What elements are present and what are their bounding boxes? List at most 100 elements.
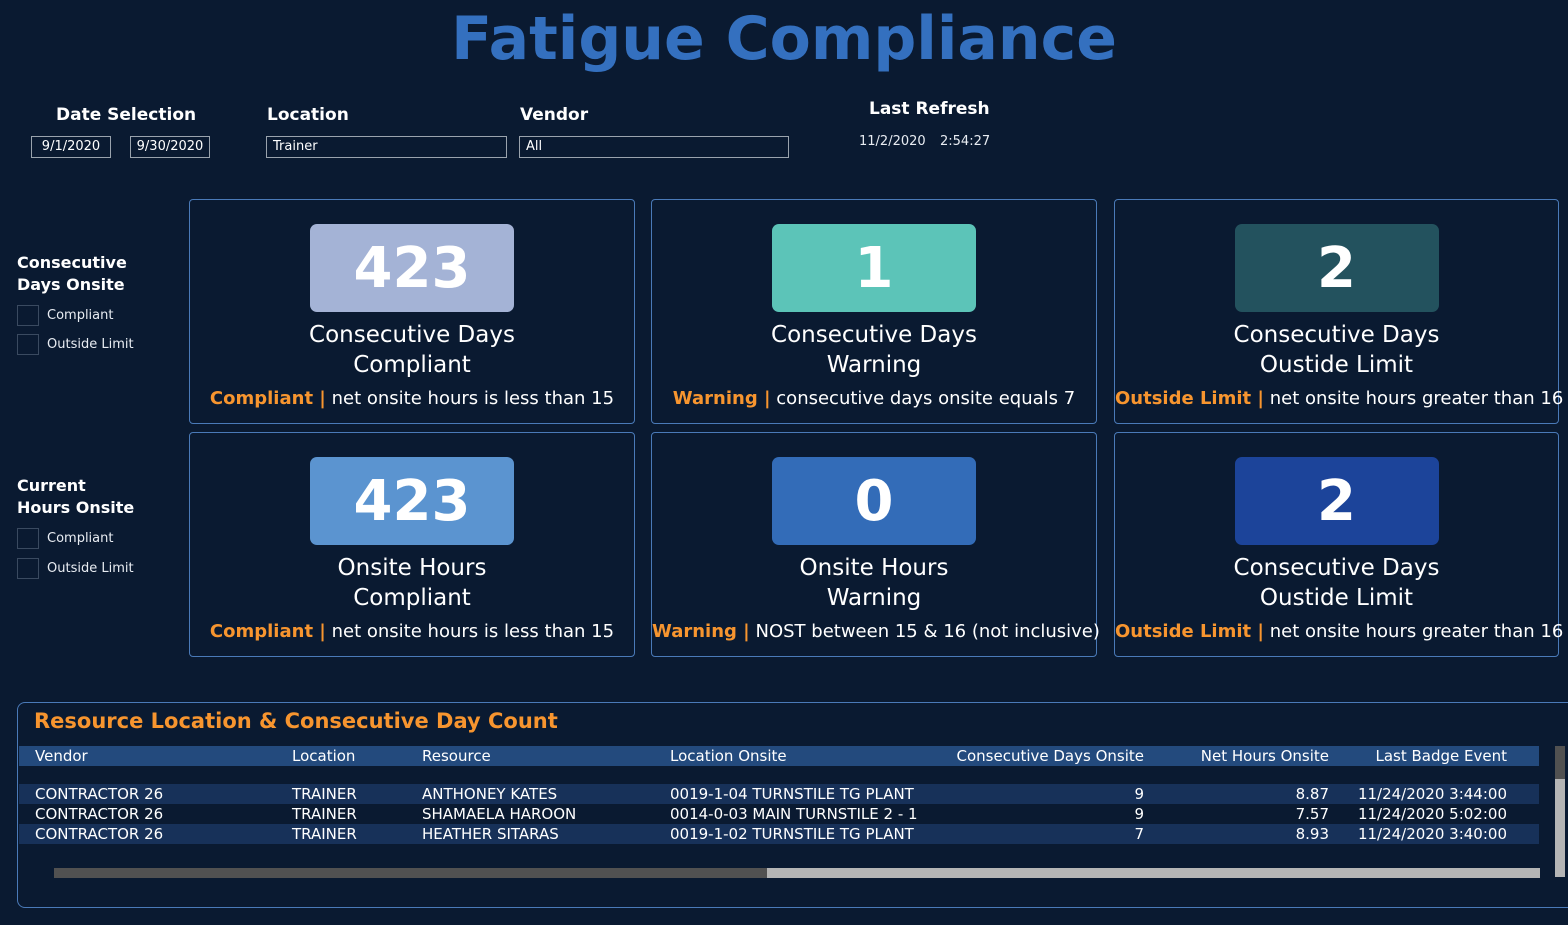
cell-resource: ANTHONEY KATES	[422, 785, 558, 803]
kpi-title-line: Compliant	[353, 585, 471, 611]
slicer-option-hours-outside-limit[interactable]: Outside Limit	[17, 557, 134, 579]
kpi-description: Warning | NOST between 15 & 16 (not incl…	[652, 621, 1100, 642]
checkbox[interactable]	[17, 527, 39, 549]
kpi-desc-text: net onsite hours is less than 15	[331, 388, 615, 409]
kpi-title-line: Consecutive Days	[309, 322, 515, 348]
cell-last-badge: 11/24/2020 3:44:00	[1357, 785, 1507, 803]
checkbox[interactable]	[17, 304, 39, 326]
kpi-tag: Warning |	[672, 388, 771, 409]
location-dropdown[interactable]: Trainer	[266, 136, 507, 158]
table-row[interactable]: CONTRACTOR 26 TRAINER SHAMAELA HAROON 00…	[19, 804, 1539, 824]
checkbox[interactable]	[17, 333, 39, 355]
cell-location-onsite: 0014-0-03 MAIN TURNSTILE 2 - 1	[670, 805, 918, 823]
cell-consecutive-days: 9	[1134, 805, 1144, 823]
card-consecutive-days-warning[interactable]: 1 Consecutive Days Warning Warning | con…	[651, 199, 1097, 424]
cell-vendor: CONTRACTOR 26	[35, 785, 164, 803]
kpi-value: 423	[310, 457, 514, 545]
page-title: Fatigue Compliance	[451, 4, 1117, 74]
column-header-last-badge[interactable]: Last Badge Event	[1357, 746, 1507, 766]
cell-consecutive-days: 7	[1134, 825, 1144, 843]
slicer-option-hours-compliant[interactable]: Compliant	[17, 527, 113, 549]
last-refresh-date: 11/2/2020	[859, 134, 926, 149]
slicer-title-line: Consecutive	[17, 253, 127, 272]
card-consecutive-days-compliant[interactable]: 423 Consecutive Days Compliant Compliant…	[189, 199, 635, 424]
kpi-desc-text: net onsite hours greater than 16	[1269, 388, 1564, 409]
cell-resource: HEATHER SITARAS	[422, 825, 559, 843]
kpi-value: 1	[772, 224, 976, 312]
kpi-value: 2	[1234, 457, 1439, 545]
column-header-consecutive-days[interactable]: Consecutive Days Onsite	[919, 746, 1145, 766]
kpi-title: Onsite Hours Warning	[652, 553, 1096, 613]
kpi-title-line: Oustide Limit	[1259, 352, 1414, 378]
slicer-option-label: Outside Limit	[47, 336, 134, 352]
cell-last-badge: 11/24/2020 3:40:00	[1357, 825, 1507, 843]
column-header-resource[interactable]: Resource	[422, 746, 491, 766]
cell-location: TRAINER	[292, 785, 357, 803]
cell-location-onsite: 0019-1-02 TURNSTILE TG PLANT	[670, 825, 914, 843]
kpi-value: 423	[310, 224, 514, 312]
vertical-scrollbar[interactable]	[1555, 746, 1565, 877]
slicer-title-line: Hours Onsite	[17, 498, 135, 517]
card-onsite-hours-warning[interactable]: 0 Onsite Hours Warning Warning | NOST be…	[651, 432, 1100, 657]
horizontal-scrollbar[interactable]	[54, 868, 1540, 878]
cell-location: TRAINER	[292, 805, 357, 823]
kpi-description: Outside Limit | net onsite hours greater…	[1115, 621, 1563, 642]
kpi-value: 0	[772, 457, 976, 545]
kpi-description: Compliant | net onsite hours is less tha…	[190, 388, 634, 409]
slicer-option-consecutive-compliant[interactable]: Compliant	[17, 304, 113, 326]
kpi-desc-text: NOST between 15 & 16 (not inclusive)	[755, 621, 1100, 642]
kpi-title-line: Oustide Limit	[1259, 585, 1414, 611]
cell-net-hours: 8.93	[1295, 825, 1329, 843]
kpi-title: Consecutive Days Warning	[652, 320, 1096, 380]
slicer-option-label: Outside Limit	[47, 560, 134, 576]
last-refresh-label: Last Refresh	[869, 99, 990, 119]
cell-consecutive-days: 9	[1134, 785, 1144, 803]
kpi-desc-text: net onsite hours greater than 16	[1269, 621, 1564, 642]
table-row[interactable]: CONTRACTOR 26 TRAINER HEATHER SITARAS 00…	[19, 824, 1539, 844]
cell-net-hours: 7.57	[1295, 805, 1329, 823]
end-date-input[interactable]: 9/30/2020	[130, 136, 210, 158]
horizontal-scrollbar-thumb[interactable]	[54, 868, 768, 878]
location-label: Location	[267, 105, 349, 125]
cell-vendor: CONTRACTOR 26	[35, 805, 164, 823]
kpi-desc-text: consecutive days onsite equals 7	[776, 388, 1076, 409]
vertical-scrollbar-thumb[interactable]	[1555, 746, 1565, 779]
kpi-title: Consecutive Days Compliant	[190, 320, 634, 380]
kpi-tag: Outside Limit |	[1115, 388, 1264, 409]
column-header-location-onsite[interactable]: Location Onsite	[670, 746, 787, 766]
slicer-title-line: Current	[17, 476, 86, 495]
cell-vendor: CONTRACTOR 26	[35, 825, 164, 843]
current-hours-slicer-title: Current Hours Onsite	[17, 475, 134, 519]
card-onsite-hours-outside-limit[interactable]: 2 Consecutive Days Oustide Limit Outside…	[1114, 432, 1563, 657]
date-selection-label: Date Selection	[56, 105, 197, 125]
table-row[interactable]: CONTRACTOR 26 TRAINER ANTHONEY KATES 001…	[19, 784, 1539, 804]
kpi-tag: Outside Limit |	[1115, 621, 1264, 642]
slicer-title-line: Days Onsite	[17, 275, 125, 294]
column-header-net-hours[interactable]: Net Hours Onsite	[1169, 746, 1329, 766]
vendor-dropdown[interactable]: All	[519, 136, 789, 158]
kpi-tag: Warning |	[652, 621, 750, 642]
slicer-option-label: Compliant	[47, 530, 114, 546]
start-date-input[interactable]: 9/1/2020	[31, 136, 111, 158]
checkbox[interactable]	[17, 557, 39, 579]
kpi-title-line: Warning	[826, 585, 922, 611]
cell-last-badge: 11/24/2020 5:02:00	[1357, 805, 1507, 823]
kpi-description: Compliant | net onsite hours is less tha…	[190, 621, 634, 642]
last-refresh-time: 2:54:27	[940, 134, 991, 149]
kpi-title-line: Onsite Hours	[337, 555, 487, 581]
cell-resource: SHAMAELA HAROON	[422, 805, 577, 823]
column-header-vendor[interactable]: Vendor	[35, 746, 88, 766]
kpi-title: Consecutive Days Oustide Limit	[1115, 320, 1558, 380]
kpi-title-line: Onsite Hours	[799, 555, 949, 581]
card-consecutive-days-outside-limit[interactable]: 2 Consecutive Days Oustide Limit Outside…	[1114, 199, 1563, 424]
cell-net-hours: 8.87	[1295, 785, 1329, 803]
kpi-title-line: Consecutive Days	[771, 322, 977, 348]
slicer-option-label: Compliant	[47, 307, 114, 323]
table-header: Vendor Location Resource Location Onsite…	[19, 746, 1539, 766]
kpi-tag: Compliant |	[209, 388, 326, 409]
card-onsite-hours-compliant[interactable]: 423 Onsite Hours Compliant Compliant | n…	[189, 432, 635, 657]
slicer-option-consecutive-outside-limit[interactable]: Outside Limit	[17, 333, 134, 355]
kpi-value: 2	[1234, 224, 1439, 312]
column-header-location[interactable]: Location	[292, 746, 355, 766]
kpi-title: Consecutive Days Oustide Limit	[1115, 553, 1558, 613]
